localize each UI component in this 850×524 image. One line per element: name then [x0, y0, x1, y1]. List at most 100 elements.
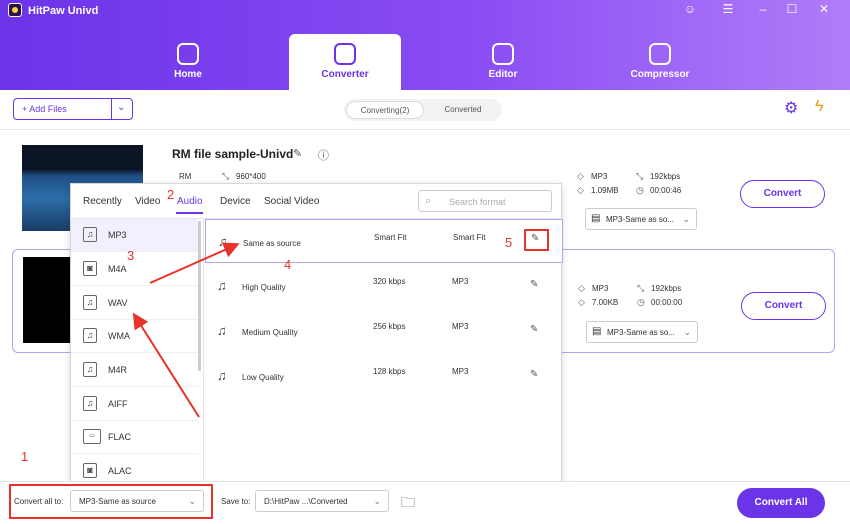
chevron-down-icon[interactable]: ⌄	[117, 102, 125, 113]
tab-home-label: Home	[174, 69, 202, 80]
format-item-flac[interactable]: ▭ FLAC	[71, 421, 199, 454]
compressor-icon	[649, 43, 671, 65]
tab-home[interactable]: Home	[132, 34, 244, 90]
subtab-converting[interactable]: Converting(2)	[346, 101, 424, 119]
audio-file-icon: ♫	[83, 328, 97, 343]
output-format-select[interactable]: ▤ MP3-Same as so... ⌄	[585, 208, 697, 230]
clock-icon: ◷	[636, 185, 644, 195]
format-item-m4a[interactable]: ◙ M4A	[71, 253, 199, 286]
add-files-label: + Add Files	[22, 104, 67, 114]
source-format: RM	[179, 172, 192, 181]
quality-name: Low Quality	[242, 373, 284, 382]
popup-tab-audio[interactable]: Audio	[177, 196, 203, 207]
resolution: 960*400	[236, 172, 266, 181]
editor-icon	[492, 43, 514, 65]
flac-icon: ▭	[83, 429, 101, 444]
maximize-icon[interactable]: ☐	[782, 2, 802, 16]
add-files-separator	[111, 99, 112, 119]
file-name: RM file sample-Univd	[172, 147, 294, 161]
convert-all-button[interactable]: Convert All	[737, 488, 825, 518]
subtab-converted[interactable]: Converted	[424, 101, 502, 119]
file-size: 1.09MB	[591, 186, 619, 195]
save-to-select[interactable]: D:\HitPaw ...\Converted ⌄	[255, 490, 389, 512]
bitrate-icon: ⤡	[637, 283, 645, 293]
save-to-value: D:\HitPaw ...\Converted	[264, 497, 348, 506]
popup-tab-device[interactable]: Device	[220, 196, 251, 207]
format-item-wma[interactable]: ♫ WMA	[71, 320, 199, 353]
edit-pen-icon[interactable]: ✎	[530, 324, 538, 335]
account-icon[interactable]: ☺	[680, 2, 700, 16]
quality-row-low[interactable]: ♫ Low Quality 128 kbps MP3 ✎	[205, 354, 563, 398]
size-icon: ◇	[577, 185, 584, 195]
app-logo-icon	[8, 3, 22, 17]
menu-icon[interactable]: ☰	[718, 2, 738, 16]
gpu-on-icon[interactable]: ⚙	[784, 98, 798, 118]
annotation-number: 3	[127, 248, 135, 263]
quality-row-medium[interactable]: ♫ Medium Quality 256 kbps MP3 ✎	[205, 309, 563, 353]
minimize-icon[interactable]: –	[753, 2, 773, 16]
annotation-box-1	[9, 484, 213, 519]
resolution-icon: ⤡	[222, 171, 230, 181]
target-format-icon: ◇	[577, 171, 584, 181]
close-icon[interactable]: ✕	[814, 2, 834, 16]
bitrate: 192kbps	[651, 284, 682, 293]
music-note-icon: ♫	[217, 278, 227, 293]
quality-bitrate: Smart Fit	[374, 233, 407, 242]
rename-pen-icon[interactable]: ✎	[293, 147, 302, 160]
tab-editor-label: Editor	[488, 69, 518, 80]
audio-file-icon: ◙	[83, 463, 97, 478]
app-header: HitPaw Univd ☺ ☰ – ☐ ✕ Home Converter Ed…	[0, 0, 850, 90]
annotation-number: 5	[505, 235, 513, 250]
music-note-icon: ♫	[83, 227, 97, 242]
target-format: MP3	[591, 172, 608, 181]
format-item-mp3[interactable]: ♫ MP3	[71, 219, 199, 252]
search-placeholder: Search format	[449, 197, 506, 207]
format-label: AIFF	[108, 399, 128, 409]
format-search-input[interactable]: ⌕ Search format	[418, 190, 552, 212]
target-format: MP3	[592, 284, 609, 293]
annotation-number: 1	[21, 449, 29, 464]
tab-converter[interactable]: Converter	[289, 34, 401, 90]
quality-name: Medium Quality	[242, 328, 298, 337]
format-item-wav[interactable]: ♫ WAV	[71, 287, 199, 320]
music-note-icon: ♫	[217, 323, 227, 338]
lightning-on-icon[interactable]: ϟ	[815, 98, 823, 116]
quality-name: Same as source	[243, 239, 301, 248]
output-format-value: MP3-Same as so...	[607, 328, 676, 337]
quality-format: MP3	[452, 322, 469, 331]
popup-tab-recently[interactable]: Recently	[83, 196, 122, 207]
size-icon: ◇	[578, 297, 585, 307]
popup-tab-social-video[interactable]: Social Video	[264, 196, 319, 207]
tab-converter-label: Converter	[321, 69, 369, 80]
add-files-button[interactable]: + Add Files ⌄	[13, 98, 133, 120]
converter-icon	[334, 43, 356, 65]
format-item-aiff[interactable]: ♫ AIFF	[71, 388, 199, 421]
audio-file-icon: ♫	[83, 295, 97, 310]
toolbar-divider	[0, 129, 850, 130]
info-icon[interactable]: ⓘ	[318, 147, 329, 163]
audio-file-icon: ♫	[83, 396, 97, 411]
target-format-icon: ◇	[578, 283, 585, 293]
tab-compressor[interactable]: Compressor	[604, 34, 716, 90]
format-label: ALAC	[108, 466, 132, 476]
audio-format-list: ♫ MP3 ◙ M4A ♫ WAV ♫ WMA ♫ M4R ♫ AIFF ▭ F…	[71, 219, 204, 485]
output-format-select[interactable]: ▤ MP3-Same as so... ⌄	[586, 321, 698, 343]
music-note-icon: ♫	[218, 234, 228, 249]
home-icon	[177, 43, 199, 65]
convert-button[interactable]: Convert	[740, 180, 825, 208]
edit-pen-icon[interactable]: ✎	[530, 279, 538, 290]
format-list-scrollbar[interactable]	[198, 221, 201, 371]
folder-icon[interactable]: 🗀	[401, 492, 415, 516]
quality-row-high[interactable]: ♫ High Quality 320 kbps MP3 ✎	[205, 264, 563, 308]
edit-pen-icon[interactable]: ✎	[530, 369, 538, 380]
tab-editor[interactable]: Editor	[447, 34, 559, 90]
quality-format: MP3	[452, 367, 469, 376]
format-label: M4A	[108, 264, 127, 274]
popup-tab-video[interactable]: Video	[135, 196, 160, 207]
file-icon: ▤	[591, 213, 601, 224]
convert-button[interactable]: Convert	[741, 292, 826, 320]
format-item-m4r[interactable]: ♫ M4R	[71, 354, 199, 387]
annotation-number: 4	[284, 257, 292, 272]
audio-file-icon: ♫	[83, 362, 97, 377]
search-icon: ⌕	[425, 195, 432, 207]
